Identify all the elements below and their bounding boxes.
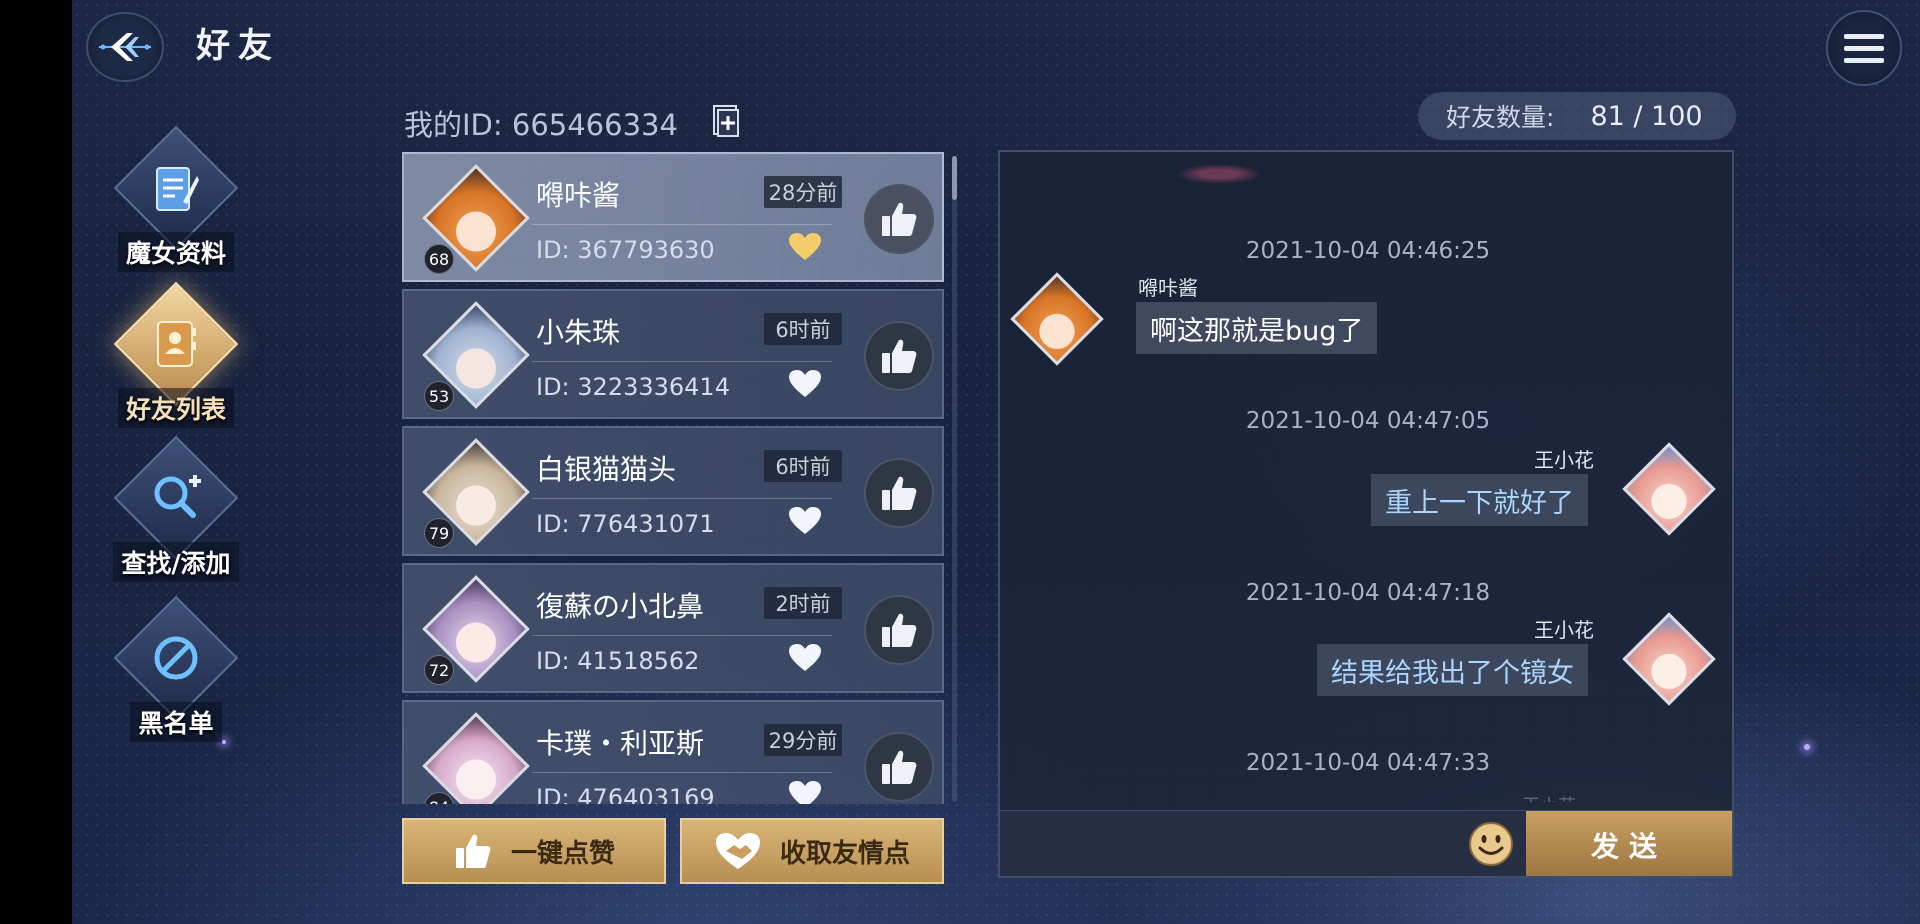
copy-icon[interactable] <box>712 104 740 138</box>
friend-name: 嘚咔酱 <box>536 179 621 212</box>
background-star <box>1804 744 1810 750</box>
sidebar-item-label: 黑名单 <box>130 702 222 742</box>
friend-id: ID: 476403169 <box>536 784 715 804</box>
sidebar-item-label: 好友列表 <box>117 388 234 428</box>
thumbs-up-icon <box>882 202 917 236</box>
level-badge: 53 <box>424 381 454 411</box>
menu-button[interactable] <box>1826 10 1902 86</box>
handshake-heart-icon <box>715 833 760 869</box>
like-all-button[interactable]: 一键点赞 <box>402 818 666 884</box>
avatar[interactable] <box>1010 272 1104 366</box>
collect-friendship-points-button[interactable]: 收取友情点 <box>680 818 944 884</box>
partial-avatar <box>1176 164 1262 184</box>
friend-name: 卡璞・利亚斯 <box>536 727 705 760</box>
avatar[interactable]: 53 <box>422 301 530 411</box>
avatar[interactable]: 79 <box>422 438 530 548</box>
avatar[interactable]: 72 <box>422 575 530 685</box>
avatar[interactable]: 68 <box>422 164 530 274</box>
sidebar-item-label: 魔女资料 <box>117 232 234 272</box>
friend-row[interactable]: 53 小朱珠 ID: 3223336414 6时前 <box>402 289 944 419</box>
heart-icon <box>789 370 821 397</box>
level-badge: 79 <box>424 518 454 548</box>
friend-count: 好友数量: 81 / 100 <box>1418 92 1736 140</box>
message-bubble: 啊这那就是bug了 <box>1136 302 1378 354</box>
avatar[interactable] <box>1622 442 1716 536</box>
sidebar-item-blacklist[interactable]: 黑名单 <box>106 595 246 756</box>
message-timestamp: 2021-10-04 04:46:25 <box>1245 238 1491 264</box>
message-sender: 嘚咔酱 <box>1138 276 1198 300</box>
level-badge: 68 <box>424 244 454 274</box>
chat-input-bar: 发送 <box>1000 810 1732 876</box>
last-online-time: 2时前 <box>764 587 842 619</box>
message-bubble: 结果给我出了个镜女 <box>1317 644 1588 696</box>
hamburger-menu-icon <box>1844 33 1884 39</box>
friend-row[interactable]: 79 白银猫猫头 ID: 776431071 6时前 <box>402 426 944 556</box>
last-online-time: 6时前 <box>764 450 842 482</box>
friend-row[interactable]: 68 嘚咔酱 ID: 367793630 28分前 <box>402 152 944 282</box>
game-screen: 好友 魔女资料 好友列表 查找/添加 黑名单 我的ID: 665466334 好… <box>0 0 1920 924</box>
sidebar-item-search-add[interactable]: 查找/添加 <box>106 435 246 596</box>
collect-points-label: 收取友情点 <box>779 838 910 869</box>
message-sender: 王小花 <box>1522 792 1576 802</box>
heart-icon <box>789 233 821 260</box>
friend-name: 小朱珠 <box>536 316 621 349</box>
friend-list[interactable]: 68 嘚咔酱 ID: 367793630 28分前 53 小朱珠 ID: 322… <box>402 152 944 804</box>
message-sender: 王小花 <box>1534 618 1594 642</box>
message-timestamp: 2021-10-04 04:47:05 <box>1245 408 1491 434</box>
friend-id: ID: 41518562 <box>536 647 700 675</box>
last-online-time: 29分前 <box>764 724 842 756</box>
avatar[interactable] <box>1622 612 1716 706</box>
blocked-icon <box>146 628 206 688</box>
last-online-time: 6时前 <box>764 313 842 345</box>
back-button[interactable] <box>86 12 164 82</box>
send-button[interactable]: 发送 <box>1526 811 1732 876</box>
avatar[interactable]: 84 <box>422 712 530 804</box>
friend-name: 白银猫猫头 <box>536 453 677 486</box>
scrollbar-thumb[interactable] <box>952 156 957 200</box>
chat-panel: 2021-10-04 04:46:25 嘚咔酱 啊这那就是bug了 2021-1… <box>998 150 1734 878</box>
search-add-icon <box>146 468 206 528</box>
like-button[interactable] <box>864 595 934 665</box>
friend-row[interactable]: 84 卡璞・利亚斯 ID: 476403169 29分前 <box>402 700 944 804</box>
friend-id: ID: 3223336414 <box>536 373 730 401</box>
contact-book-icon <box>146 314 206 374</box>
chat-input[interactable] <box>1006 817 1466 873</box>
friend-id: ID: 367793630 <box>536 236 715 264</box>
sidebar-item-label: 查找/添加 <box>113 542 239 582</box>
friend-list-scrollbar[interactable] <box>952 156 957 802</box>
emoji-icon[interactable] <box>1468 821 1514 867</box>
message-timestamp: 2021-10-04 04:47:18 <box>1245 580 1491 606</box>
friend-count-label: 好友数量: <box>1446 103 1555 132</box>
message-sender: 王小花 <box>1534 448 1594 472</box>
friend-row[interactable]: 72 復蘇の小北鼻 ID: 41518562 2时前 <box>402 563 944 693</box>
page-title: 好友 <box>196 26 280 66</box>
thumbs-up-icon <box>882 476 917 510</box>
like-button[interactable] <box>864 321 934 391</box>
back-arrow-icon <box>99 33 151 61</box>
letterbox-bar <box>0 0 72 924</box>
message-bubble: 重上一下就好了 <box>1371 474 1588 526</box>
level-badge: 72 <box>424 655 454 685</box>
friend-count-value: 81 / 100 <box>1590 100 1703 132</box>
like-all-label: 一键点赞 <box>510 838 615 869</box>
like-button[interactable] <box>864 184 934 254</box>
profile-notebook-icon <box>146 158 206 218</box>
my-id: 我的ID: 665466334 <box>404 108 678 142</box>
heart-icon <box>789 507 821 534</box>
friend-name: 復蘇の小北鼻 <box>536 590 705 623</box>
heart-icon <box>789 781 821 804</box>
sidebar-item-profile[interactable]: 魔女资料 <box>106 125 246 286</box>
like-button[interactable] <box>864 458 934 528</box>
sidebar-item-friend-list[interactable]: 好友列表 <box>106 281 246 442</box>
thumbs-up-icon <box>882 339 917 373</box>
last-online-time: 28分前 <box>764 176 842 208</box>
thumbs-up-icon <box>455 834 491 868</box>
friend-id: ID: 776431071 <box>536 510 715 538</box>
heart-icon <box>789 644 821 671</box>
message-timestamp: 2021-10-04 04:47:33 <box>1245 750 1491 776</box>
like-button[interactable] <box>864 732 934 802</box>
thumbs-up-icon <box>882 750 917 784</box>
thumbs-up-icon <box>882 613 917 647</box>
